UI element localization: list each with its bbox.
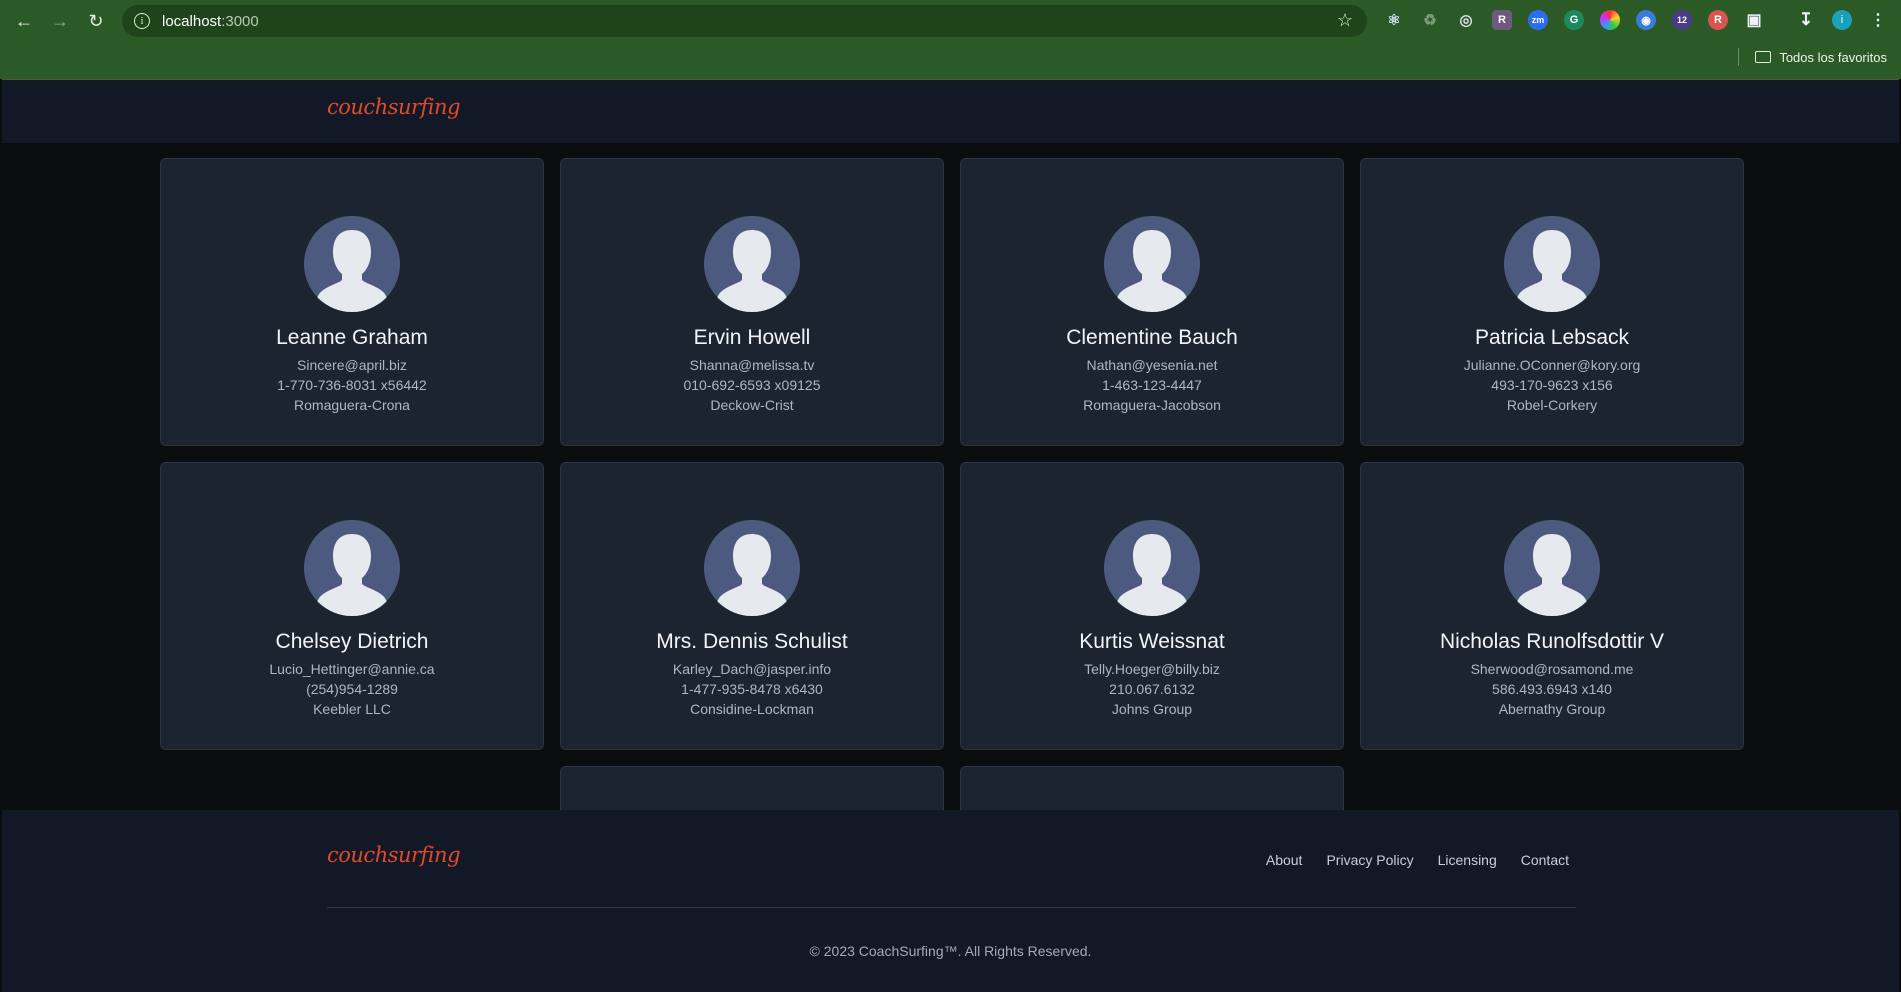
color-picker-icon[interactable] bbox=[1600, 10, 1620, 30]
user-name: Leanne Graham bbox=[276, 326, 428, 349]
site-logo[interactable]: couchsurfing bbox=[327, 95, 461, 119]
bookmark-star-icon[interactable]: ☆ bbox=[1337, 10, 1353, 31]
user-email: Telly.Hoeger@billy.biz bbox=[1084, 661, 1220, 677]
forward-icon[interactable]: → bbox=[42, 3, 78, 39]
user-card[interactable]: Clementine Bauch Nathan@yesenia.net 1-46… bbox=[960, 158, 1344, 446]
user-card[interactable]: Leanne Graham Sincere@april.biz 1-770-73… bbox=[160, 158, 544, 446]
user-phone: 210.067.6132 bbox=[1109, 681, 1195, 697]
user-card[interactable]: Chelsey Dietrich Lucio_Hettinger@annie.c… bbox=[160, 462, 544, 750]
user-name: Patricia Lebsack bbox=[1474, 326, 1630, 349]
copyright-text: © 2023 CoachSurfing™. All Rights Reserve… bbox=[809, 943, 1092, 959]
reload-icon[interactable]: ↻ bbox=[78, 3, 114, 39]
user-card-partial[interactable] bbox=[560, 766, 944, 810]
avatar-icon bbox=[1104, 216, 1200, 312]
user-email: Julianne.OConner@kory.org bbox=[1463, 357, 1641, 373]
user-company: Romaguera-Jacobson bbox=[1083, 397, 1221, 413]
site-footer: couchsurfing About Privacy Policy Licens… bbox=[2, 810, 1899, 992]
user-company: Robel-Corkery bbox=[1506, 397, 1598, 413]
menu-kebab-icon[interactable]: ⋮ bbox=[1868, 10, 1888, 30]
avatar-icon bbox=[704, 520, 800, 616]
user-company: Considine-Lockman bbox=[690, 701, 814, 717]
user-phone: 586.493.6943 x140 bbox=[1492, 681, 1612, 697]
user-phone: 493-170-9623 x156 bbox=[1491, 377, 1613, 393]
user-company: Keebler LLC bbox=[313, 701, 391, 717]
user-name: Clementine Bauch bbox=[1066, 326, 1238, 349]
extension-badge-count: 12 bbox=[1676, 15, 1687, 25]
avatar-icon bbox=[704, 216, 800, 312]
footer-link-privacy-policy[interactable]: Privacy Policy bbox=[1326, 852, 1413, 868]
footer-logo[interactable]: couchsurfing bbox=[327, 843, 461, 867]
user-card[interactable]: Mrs. Dennis Schulist Karley_Dach@jasper.… bbox=[560, 462, 944, 750]
download-icon[interactable]: ↧ bbox=[1796, 10, 1816, 30]
user-phone: 010-692-6593 x09125 bbox=[683, 377, 821, 393]
url-port: :3000 bbox=[221, 12, 259, 30]
browser-chrome: ← → ↻ i localhost:3000 ☆ ⚛ ♻ ◎ R zm G ◉ … bbox=[0, 0, 1901, 79]
user-company: Romaguera-Crona bbox=[294, 397, 410, 413]
footer-divider bbox=[327, 907, 1576, 908]
red-r-extension-icon[interactable]: R bbox=[1708, 10, 1728, 30]
profile-avatar[interactable]: i bbox=[1832, 10, 1852, 30]
user-company: Deckow-Crist bbox=[710, 397, 794, 413]
user-phone: 1-477-935-8478 x6430 bbox=[681, 681, 823, 697]
site-navbar: couchsurfing bbox=[2, 79, 1899, 143]
url-host: localhost bbox=[162, 12, 222, 30]
footer-link-licensing[interactable]: Licensing bbox=[1438, 852, 1497, 868]
user-phone: (254)954-1289 bbox=[306, 681, 398, 697]
user-email: Shanna@melissa.tv bbox=[689, 357, 815, 373]
user-name: Nicholas Runolfsdottir V bbox=[1439, 630, 1665, 653]
user-card[interactable]: Patricia Lebsack Julianne.OConner@kory.o… bbox=[1360, 158, 1744, 446]
address-bar[interactable]: i localhost:3000 ☆ bbox=[122, 5, 1367, 37]
grammarly-icon[interactable]: G bbox=[1564, 10, 1584, 30]
avatar-icon bbox=[1504, 216, 1600, 312]
user-phone: 1-463-123-4447 bbox=[1102, 377, 1202, 393]
zoom-extension-icon[interactable]: zm bbox=[1528, 10, 1548, 30]
user-name: Ervin Howell bbox=[693, 326, 811, 349]
user-phone: 1-770-736-8031 x56442 bbox=[277, 377, 427, 393]
target-extension-icon[interactable]: ◎ bbox=[1456, 10, 1476, 30]
r-extension-icon[interactable]: R bbox=[1492, 10, 1512, 30]
avatar-icon bbox=[1104, 520, 1200, 616]
user-card-partial[interactable] bbox=[960, 766, 1344, 810]
back-icon[interactable]: ← bbox=[6, 3, 42, 39]
avatar-icon bbox=[1504, 520, 1600, 616]
puzzle-extensions-icon[interactable]: ▣ bbox=[1744, 10, 1764, 30]
site-info-icon[interactable]: i bbox=[134, 13, 150, 29]
user-card[interactable]: Kurtis Weissnat Telly.Hoeger@billy.biz 2… bbox=[960, 462, 1344, 750]
web-page: couchsurfing Leanne Graham Sincere@april… bbox=[0, 79, 1901, 992]
folder-icon bbox=[1755, 51, 1772, 63]
profile-initial: i bbox=[1840, 14, 1844, 26]
footer-link-about[interactable]: About bbox=[1266, 852, 1303, 868]
user-card[interactable]: Nicholas Runolfsdottir V Sherwood@rosamo… bbox=[1360, 462, 1744, 750]
footer-links: About Privacy Policy Licensing Contact bbox=[1266, 852, 1569, 868]
user-email: Nathan@yesenia.net bbox=[1086, 357, 1218, 373]
recycle-extension-icon[interactable]: ♻ bbox=[1420, 10, 1440, 30]
react-devtools-icon[interactable]: ⚛ bbox=[1384, 10, 1404, 30]
bookmarks-folder-label[interactable]: Todos los favoritos bbox=[1779, 50, 1887, 65]
user-company: Abernathy Group bbox=[1498, 701, 1606, 717]
user-email: Sherwood@rosamond.me bbox=[1470, 661, 1634, 677]
globe-extension-icon[interactable]: ◉ bbox=[1636, 10, 1656, 30]
avatar-icon bbox=[304, 520, 400, 616]
user-email: Sincere@april.biz bbox=[297, 357, 407, 373]
badge-extension-icon[interactable]: 12 bbox=[1672, 10, 1692, 30]
bookmarks-bar: Todos los favoritos bbox=[1738, 48, 1887, 66]
footer-link-contact[interactable]: Contact bbox=[1521, 852, 1569, 868]
user-card[interactable]: Ervin Howell Shanna@melissa.tv 010-692-6… bbox=[560, 158, 944, 446]
bookmarks-divider bbox=[1738, 48, 1740, 66]
user-company: Johns Group bbox=[1111, 701, 1193, 717]
user-email: Lucio_Hettinger@annie.ca bbox=[269, 661, 435, 677]
avatar-icon bbox=[304, 216, 400, 312]
user-name: Chelsey Dietrich bbox=[275, 630, 429, 653]
user-name: Kurtis Weissnat bbox=[1079, 630, 1225, 653]
user-name: Mrs. Dennis Schulist bbox=[656, 630, 848, 653]
user-email: Karley_Dach@jasper.info bbox=[672, 661, 832, 677]
